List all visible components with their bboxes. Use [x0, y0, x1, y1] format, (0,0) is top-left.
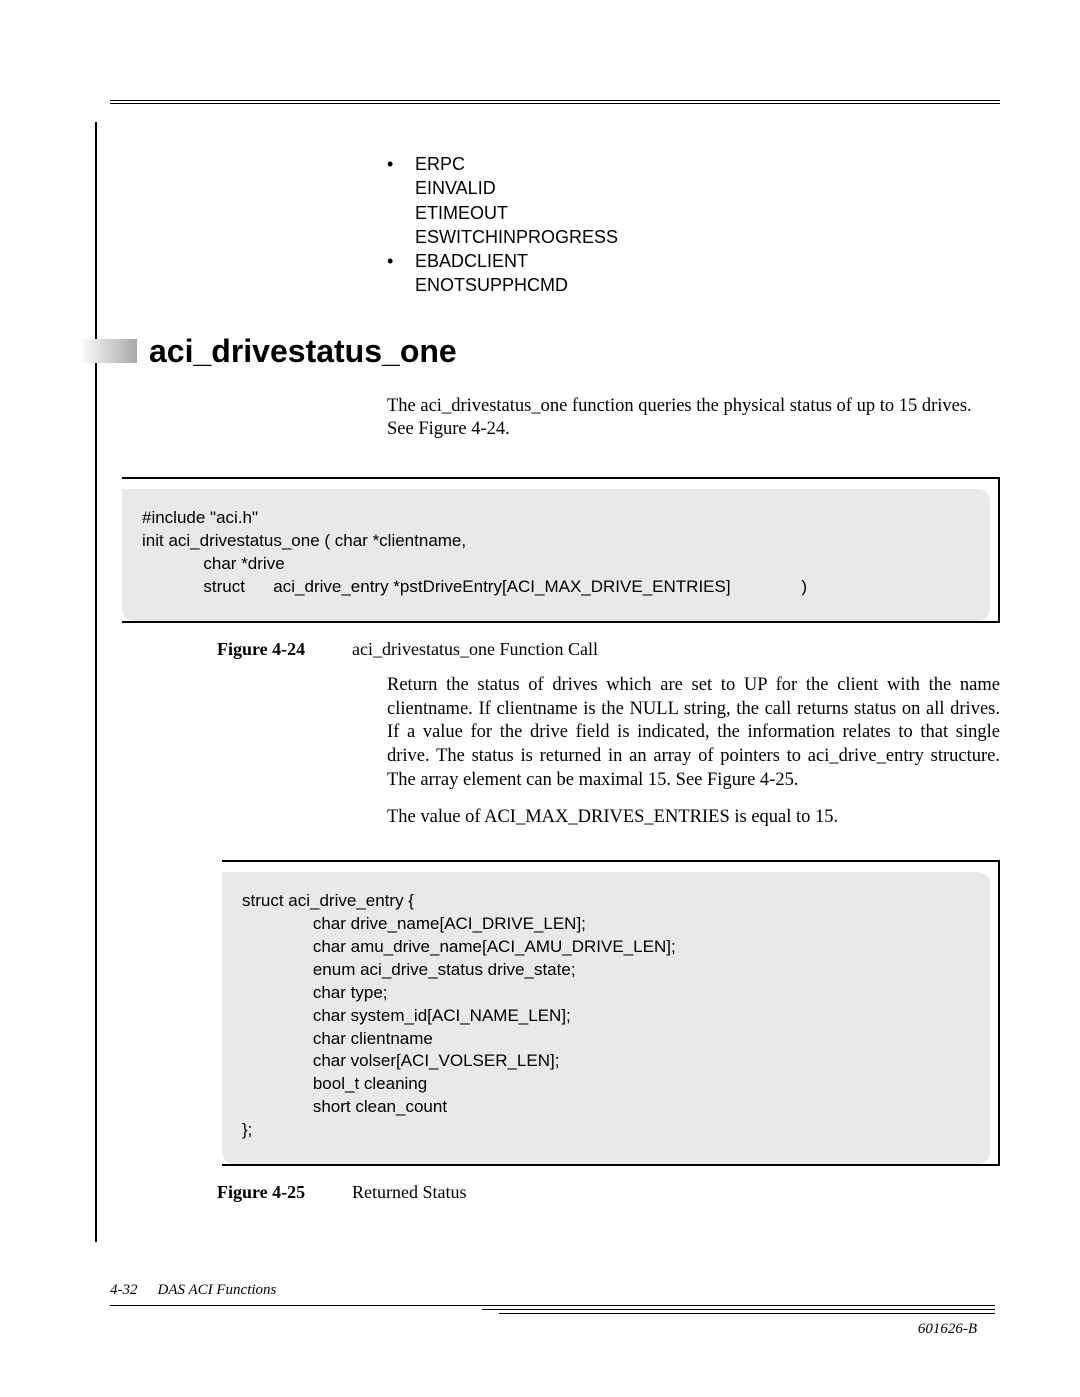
list-item: • ERPC: [387, 152, 1000, 176]
document-id: 601626-B: [918, 1321, 977, 1338]
error-code: ENOTSUPPHCMD: [415, 273, 1000, 297]
error-code: EBADCLIENT: [415, 249, 528, 273]
page-number: 4-32: [110, 1282, 138, 1299]
body-paragraph: The value of ACI_MAX_DRIVES_ENTRIES is e…: [387, 806, 1000, 830]
error-code: ETIMEOUT: [415, 201, 1000, 225]
code-block: struct aci_drive_entry { char drive_name…: [222, 872, 990, 1164]
figure-caption: Figure 4-24 aci_drivestatus_one Function…: [217, 639, 1000, 660]
code-figure-frame: struct aci_drive_entry { char drive_name…: [222, 860, 1000, 1166]
footer-rule: 601626-B: [110, 1305, 995, 1306]
code-figure-frame: #include "aci.h" init aci_drivestatus_on…: [122, 477, 1000, 623]
page: • ERPC EINVALID ETIMEOUT ESWITCHINPROGRE…: [0, 0, 1080, 1397]
heading-marker-icon: [82, 339, 137, 363]
section-title: aci_drivestatus_one: [149, 333, 457, 370]
code-block: #include "aci.h" init aci_drivestatus_on…: [122, 489, 990, 621]
figure-text: Returned Status: [352, 1182, 467, 1203]
list-item: • EBADCLIENT: [387, 249, 1000, 273]
page-footer: 4-32 DAS ACI Functions 601626-B: [95, 1282, 1000, 1306]
figure-label: Figure 4-24: [217, 639, 352, 660]
bullet-icon: •: [387, 249, 415, 273]
chapter-title: DAS ACI Functions: [158, 1282, 277, 1299]
error-code: ERPC: [415, 152, 465, 176]
body-paragraph: Return the status of drives which are se…: [387, 674, 1000, 792]
figure-text: aci_drivestatus_one Function Call: [352, 639, 598, 660]
error-code: EINVALID: [415, 176, 1000, 200]
bullet-icon: •: [387, 152, 415, 176]
top-rule: [110, 100, 1000, 104]
section-heading: aci_drivestatus_one: [82, 333, 1000, 370]
figure-caption: Figure 4-25 Returned Status: [217, 1182, 1000, 1203]
error-code-list: • ERPC EINVALID ETIMEOUT ESWITCHINPROGRE…: [387, 152, 1000, 298]
section-description: The aci_drivestatus_one function queries…: [387, 395, 1000, 442]
content-area: • ERPC EINVALID ETIMEOUT ESWITCHINPROGRE…: [95, 122, 1000, 1242]
error-code: ESWITCHINPROGRESS: [415, 225, 1000, 249]
figure-label: Figure 4-25: [217, 1182, 352, 1203]
